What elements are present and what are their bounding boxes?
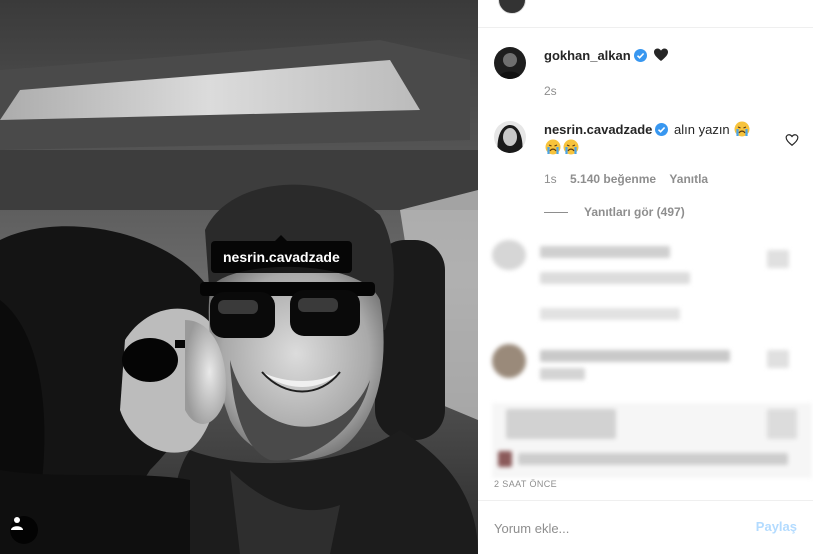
comment-username[interactable]: gokhan_alkan xyxy=(544,48,631,63)
comment-time[interactable]: 1s xyxy=(544,172,557,186)
crying-face-icon xyxy=(563,139,579,155)
crying-face-icon xyxy=(545,139,561,155)
tagged-users-button[interactable] xyxy=(10,516,38,544)
blurred-comment xyxy=(492,403,812,478)
verified-badge-icon xyxy=(633,49,647,62)
view-replies-label: Yanıtları gör (497) xyxy=(584,205,685,219)
comment-time[interactable]: 2s xyxy=(544,84,557,98)
black-heart-icon xyxy=(654,48,669,61)
comment-text: nesrin.cavadzade alın yazın xyxy=(544,121,769,157)
avatar[interactable] xyxy=(498,0,526,14)
post-comment-button[interactable]: Paylaş xyxy=(756,519,797,534)
post-image xyxy=(0,0,478,554)
avatar-image xyxy=(494,121,526,153)
comment-meta: 2s xyxy=(544,84,567,98)
post-photo[interactable]: nesrin.cavadzade xyxy=(0,0,478,554)
comment-body: alın yazın xyxy=(674,122,730,137)
post-timestamp[interactable]: 2 SAAT ÖNCE xyxy=(494,479,557,489)
view-replies-button[interactable]: Yanıtları gör (497) xyxy=(544,205,685,219)
comment-likes[interactable]: 5.140 beğenme xyxy=(570,172,656,186)
blurred-comment xyxy=(492,344,802,389)
comments-panel: gokhan_alkan 2s nesrin.cavadzade alın ya… xyxy=(478,0,813,554)
user-tag-label[interactable]: nesrin.cavadzade xyxy=(211,235,352,273)
comment-username[interactable]: nesrin.cavadzade xyxy=(544,122,652,137)
reply-button[interactable]: Yanıtla xyxy=(669,172,708,186)
person-icon xyxy=(11,517,23,530)
comment-meta: 1s 5.140 beğenme Yanıtla xyxy=(544,172,718,186)
add-comment-bar: Paylaş xyxy=(478,500,813,554)
comment-text: gokhan_alkan xyxy=(544,47,769,65)
blurred-comment xyxy=(492,240,802,330)
divider xyxy=(544,211,568,213)
like-heart-icon[interactable] xyxy=(785,133,799,147)
verified-badge-icon xyxy=(655,123,669,136)
avatar[interactable] xyxy=(494,121,526,153)
post-header xyxy=(478,0,813,28)
comment-input[interactable] xyxy=(494,517,744,539)
crying-face-icon xyxy=(734,121,750,137)
avatar[interactable] xyxy=(494,47,526,79)
avatar-image xyxy=(494,47,526,79)
